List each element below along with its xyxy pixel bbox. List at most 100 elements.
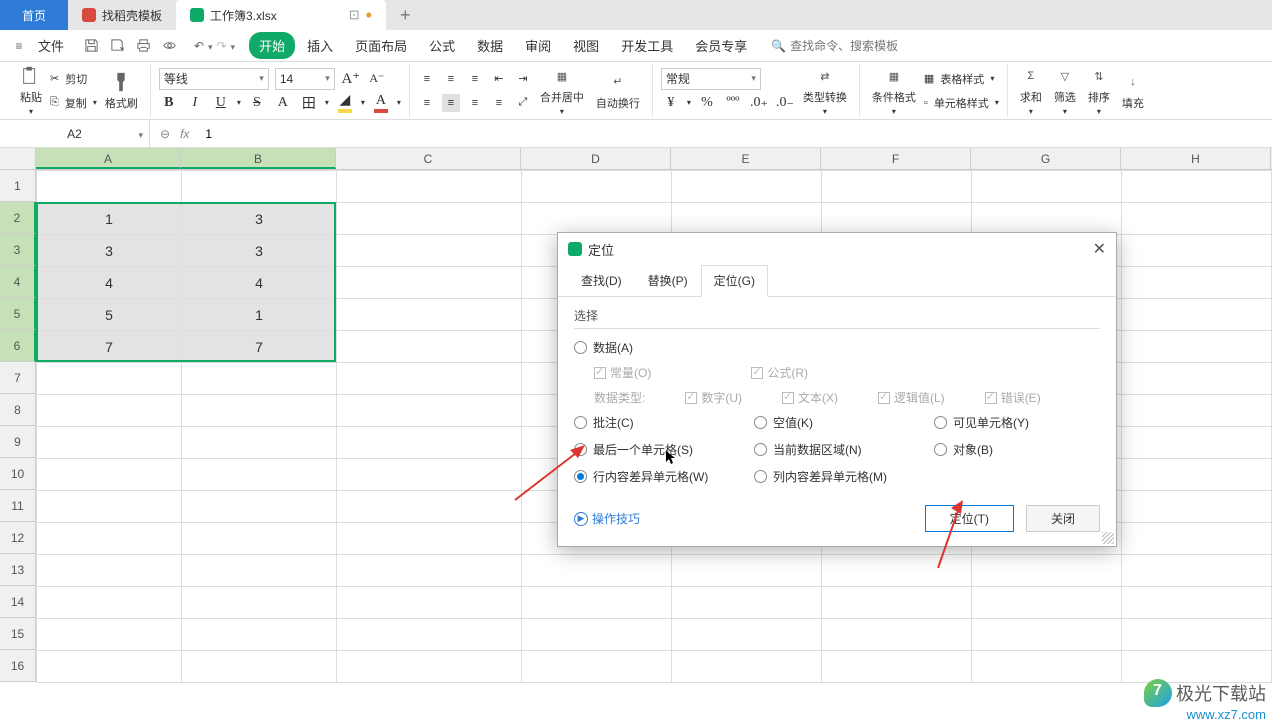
orientation-icon[interactable]: ⤢ <box>514 94 532 112</box>
cell-F14[interactable] <box>822 587 972 619</box>
cell-A7[interactable] <box>37 363 182 395</box>
cell-A15[interactable] <box>37 619 182 651</box>
align-bottom-icon[interactable]: ≡ <box>466 70 484 88</box>
cell-A10[interactable] <box>37 459 182 491</box>
cell-A5[interactable]: 5 <box>37 299 182 331</box>
col-header-G[interactable]: G <box>971 148 1121 169</box>
cell-B8[interactable] <box>182 395 337 427</box>
row-header-15[interactable]: 15 <box>0 618 36 650</box>
cell-D15[interactable] <box>522 619 672 651</box>
cell-C2[interactable] <box>337 203 522 235</box>
cell-A13[interactable] <box>37 555 182 587</box>
cell-A6[interactable]: 7 <box>37 331 182 363</box>
cell-C1[interactable] <box>337 171 522 203</box>
merge-button[interactable]: ▦合并居中▾ <box>536 63 588 118</box>
resize-grip-icon[interactable] <box>1102 532 1114 544</box>
dialog-tab-find[interactable]: 查找(D) <box>568 265 635 296</box>
indent-inc-icon[interactable]: ⇥ <box>514 70 532 88</box>
cell-A3[interactable]: 3 <box>37 235 182 267</box>
search-input[interactable] <box>790 39 920 53</box>
cell-B2[interactable]: 3 <box>182 203 337 235</box>
row-header-10[interactable]: 10 <box>0 458 36 490</box>
radio-region[interactable] <box>754 443 767 456</box>
cut-button[interactable]: ✂剪切 <box>50 68 97 90</box>
cell-G2[interactable] <box>972 203 1122 235</box>
dialog-titlebar[interactable]: 定位 ✕ <box>558 233 1116 265</box>
ribbon-tab-layout[interactable]: 页面布局 <box>345 32 417 59</box>
name-box[interactable]: A2 <box>0 120 150 147</box>
dec-decimal-icon[interactable]: .0₋ <box>775 93 795 113</box>
align-right-icon[interactable]: ≡ <box>466 94 484 112</box>
cell-F2[interactable] <box>822 203 972 235</box>
cell-H16[interactable] <box>1122 651 1272 683</box>
cell-H14[interactable] <box>1122 587 1272 619</box>
cell-B3[interactable]: 3 <box>182 235 337 267</box>
cell-F13[interactable] <box>822 555 972 587</box>
cell-H10[interactable] <box>1122 459 1272 491</box>
cell-G15[interactable] <box>972 619 1122 651</box>
cell-A2[interactable]: 1 <box>37 203 182 235</box>
cell-D14[interactable] <box>522 587 672 619</box>
menu-icon[interactable]: ≡ <box>10 37 28 55</box>
ribbon-tab-view[interactable]: 视图 <box>563 32 609 59</box>
font-name-combo[interactable]: 等线 <box>159 68 269 90</box>
cell-D1[interactable] <box>522 171 672 203</box>
increase-font-icon[interactable]: A⁺ <box>341 69 361 89</box>
save-as-icon[interactable] <box>108 37 126 55</box>
ribbon-tab-start[interactable]: 开始 <box>249 32 295 59</box>
col-header-C[interactable]: C <box>336 148 521 169</box>
col-header-A[interactable]: A <box>36 148 181 169</box>
decrease-font-icon[interactable]: A⁻ <box>367 69 387 89</box>
sort-button[interactable]: ⇅排序▾ <box>1084 63 1114 118</box>
cell-A14[interactable] <box>37 587 182 619</box>
format-painter-button[interactable]: 格式刷 <box>101 69 142 113</box>
cell-B4[interactable]: 4 <box>182 267 337 299</box>
border-button[interactable]: 田 <box>299 93 319 113</box>
cell-A16[interactable] <box>37 651 182 683</box>
cell-H11[interactable] <box>1122 491 1272 523</box>
row-header-13[interactable]: 13 <box>0 554 36 586</box>
cell-A4[interactable]: 4 <box>37 267 182 299</box>
row-header-2[interactable]: 2 <box>0 202 36 234</box>
underline-button[interactable]: U <box>211 93 231 113</box>
col-header-B[interactable]: B <box>181 148 336 169</box>
align-left-icon[interactable]: ≡ <box>418 94 436 112</box>
tab-workbook[interactable]: 工作簿3.xlsx ⊡ • <box>176 0 386 30</box>
formula-input[interactable] <box>199 127 1272 141</box>
radio-objects[interactable] <box>934 443 947 456</box>
strike-button[interactable]: S <box>247 93 267 113</box>
dialog-tab-goto[interactable]: 定位(G) <box>701 265 768 297</box>
radio-last[interactable] <box>574 443 587 456</box>
cell-E2[interactable] <box>672 203 822 235</box>
tips-link[interactable]: ▶ 操作技巧 <box>574 510 640 527</box>
ribbon-tab-review[interactable]: 审阅 <box>515 32 561 59</box>
radio-row-diff[interactable] <box>574 470 587 483</box>
cell-A9[interactable] <box>37 427 182 459</box>
cell-H9[interactable] <box>1122 427 1272 459</box>
close-icon[interactable]: ✕ <box>1093 239 1106 259</box>
cell-B9[interactable] <box>182 427 337 459</box>
new-tab-button[interactable]: + <box>386 0 425 30</box>
fill-color-button[interactable]: ◢ <box>335 93 355 113</box>
row-header-8[interactable]: 8 <box>0 394 36 426</box>
cell-E13[interactable] <box>672 555 822 587</box>
cell-C16[interactable] <box>337 651 522 683</box>
cell-C7[interactable] <box>337 363 522 395</box>
paste-button[interactable]: 粘贴▾ <box>16 63 46 118</box>
cell-C10[interactable] <box>337 459 522 491</box>
cell-E16[interactable] <box>672 651 822 683</box>
cell-A1[interactable] <box>37 171 182 203</box>
cell-E14[interactable] <box>672 587 822 619</box>
select-all-corner[interactable] <box>0 148 36 169</box>
row-header-12[interactable]: 12 <box>0 522 36 554</box>
cell-D16[interactable] <box>522 651 672 683</box>
cell-C14[interactable] <box>337 587 522 619</box>
print-icon[interactable] <box>134 37 152 55</box>
col-header-D[interactable]: D <box>521 148 671 169</box>
cell-D13[interactable] <box>522 555 672 587</box>
cell-H15[interactable] <box>1122 619 1272 651</box>
italic-button[interactable]: I <box>185 93 205 113</box>
cell-C15[interactable] <box>337 619 522 651</box>
close-button[interactable]: 关闭 <box>1026 505 1100 532</box>
radio-blanks[interactable] <box>754 416 767 429</box>
